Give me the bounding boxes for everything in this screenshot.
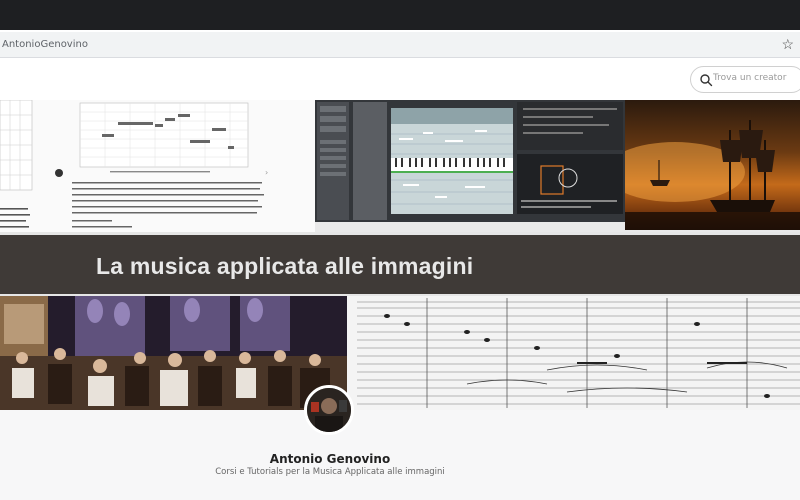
banner-score-image xyxy=(347,296,800,410)
search-icon xyxy=(700,74,713,87)
address-bar[interactable]: AntonioGenovino ☆ xyxy=(0,32,800,58)
banner-orchestra-image xyxy=(0,296,347,410)
search-input[interactable] xyxy=(713,73,798,83)
url-text[interactable]: AntonioGenovino xyxy=(2,39,88,50)
banner-title-strip: La musica applicata alle immagini xyxy=(0,232,800,296)
banner-title: La musica applicata alle immagini xyxy=(96,253,474,279)
star-icon[interactable]: ☆ xyxy=(781,36,794,53)
creator-avatar[interactable] xyxy=(304,385,354,435)
creator-name: Antonio Genovino xyxy=(269,452,391,466)
banner-ship-image xyxy=(625,100,800,230)
site-header xyxy=(0,58,800,100)
svg-text:›: › xyxy=(265,168,268,177)
creator-search[interactable] xyxy=(690,66,800,93)
banner-daw-image xyxy=(315,100,625,222)
banner-book-image: › xyxy=(0,100,315,232)
creator-description: Corsi e Tutorials per la Musica Applicat… xyxy=(215,467,445,477)
window-top-bar xyxy=(0,0,800,30)
cover-banner: › La musica applicata alle immagini xyxy=(0,100,800,410)
